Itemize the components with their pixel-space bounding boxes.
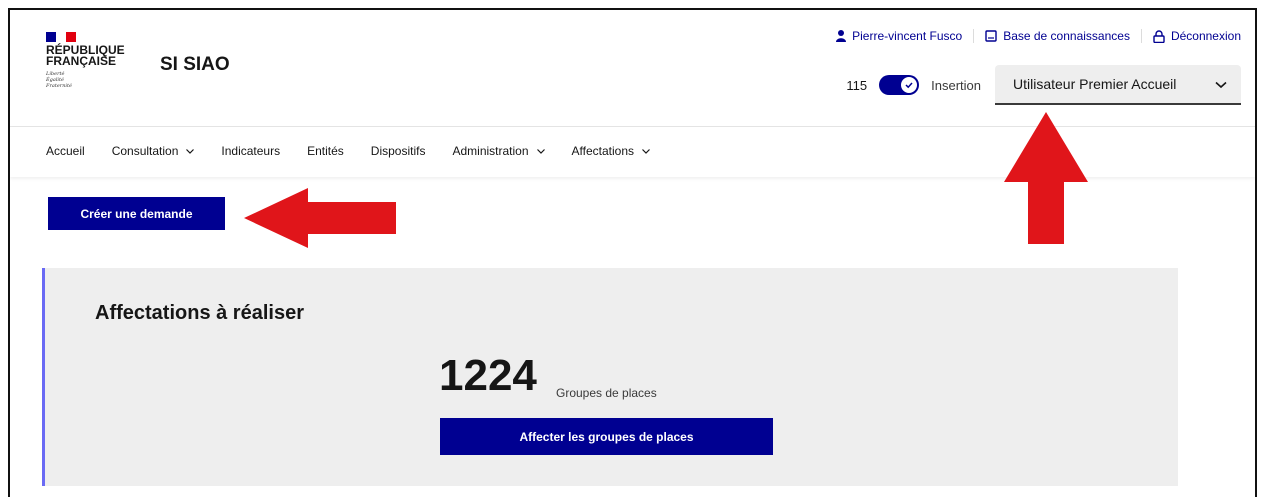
republique-francaise-logo[interactable]: RÉPUBLIQUE FRANÇAISE Liberté Égalité Fra…: [46, 32, 126, 89]
places-count: 1224: [439, 351, 537, 400]
service-name[interactable]: SI SIAO: [160, 54, 230, 76]
user-name: Pierre-vincent Fusco: [852, 29, 963, 43]
nav-item-consultation[interactable]: Consultation: [112, 144, 195, 158]
logout-label: Déconnexion: [1170, 29, 1241, 43]
mode-toggle[interactable]: [879, 75, 920, 95]
affectations-panel: Affectations à réaliser 1224 Groupes de …: [42, 268, 1178, 486]
toggle-knob: [900, 76, 919, 94]
app-window: RÉPUBLIQUE FRANÇAISE Liberté Égalité Fra…: [8, 8, 1257, 497]
knowledge-base-label: Base de connaissances: [1003, 29, 1130, 43]
header-tools: Pierre-vincent Fusco Base de connaissanc…: [825, 29, 1241, 43]
places-count-label: Groupes de places: [556, 386, 657, 400]
chevron-down-icon: [536, 148, 545, 154]
check-icon: [905, 82, 913, 89]
chevron-down-icon: [1215, 76, 1227, 92]
profile-select[interactable]: Utilisateur Premier Accueil: [995, 65, 1241, 105]
profile-select-value: Utilisateur Premier Accueil: [1013, 76, 1177, 92]
red-arrow-left-icon: [244, 188, 396, 253]
switch-right-label: Insertion: [931, 77, 981, 93]
user-icon: [836, 30, 847, 42]
lock-icon: [1153, 29, 1165, 43]
assign-places-button[interactable]: Affecter les groupes de places: [440, 418, 773, 455]
user-context: 115 Insertion Utilisateur Premier Accuei…: [846, 65, 1241, 105]
nav-item-affectations[interactable]: Affectations: [572, 144, 650, 158]
nav-item-indicateurs[interactable]: Indicateurs: [221, 144, 280, 158]
site-header: RÉPUBLIQUE FRANÇAISE Liberté Égalité Fra…: [10, 10, 1255, 127]
create-request-button[interactable]: Créer une demande: [48, 197, 225, 230]
nav-item-accueil[interactable]: Accueil: [46, 144, 85, 158]
switch-left-label: 115: [846, 77, 868, 93]
red-arrow-up-icon: [1004, 112, 1088, 249]
logo-motto: Liberté Égalité Fraternité: [46, 71, 72, 89]
chevron-down-icon: [186, 148, 195, 154]
panel-title: Affectations à réaliser: [95, 302, 304, 324]
nav-item-entites[interactable]: Entités: [307, 144, 344, 158]
logo-title: RÉPUBLIQUE FRANÇAISE: [46, 43, 125, 68]
logout-link[interactable]: Déconnexion: [1142, 29, 1241, 43]
user-profile-link[interactable]: Pierre-vincent Fusco: [825, 29, 975, 43]
nav-item-dispositifs[interactable]: Dispositifs: [371, 144, 426, 158]
chevron-down-icon: [642, 148, 650, 154]
book-icon: [985, 30, 997, 42]
knowledge-base-link[interactable]: Base de connaissances: [974, 29, 1142, 43]
nav-item-administration[interactable]: Administration: [452, 144, 545, 158]
french-flag-icon: [46, 32, 76, 42]
